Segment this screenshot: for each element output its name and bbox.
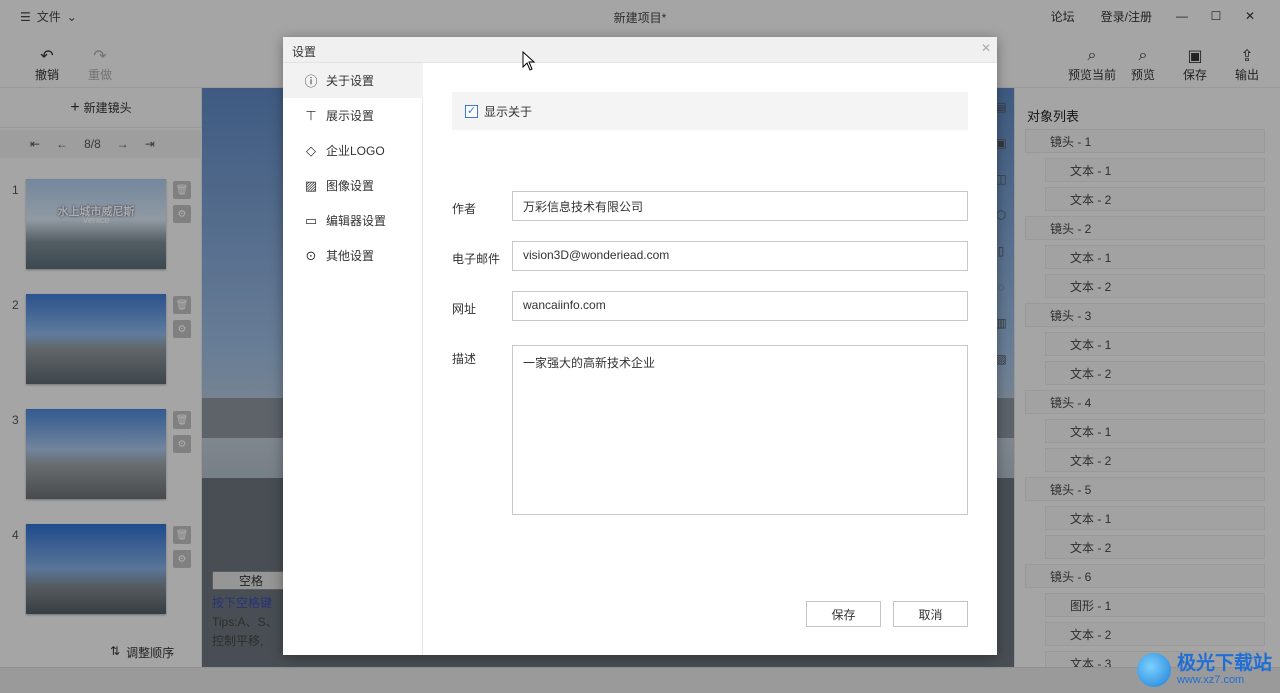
description-label: 描述 bbox=[452, 352, 477, 366]
nav-company-logo[interactable]: ◇ 企业LOGO bbox=[283, 133, 423, 168]
info-icon: ⓘ bbox=[304, 74, 318, 89]
nav-label: 其他设置 bbox=[326, 249, 375, 263]
settings-dialog: 设置 ✕ ⓘ 关于设置 ⊤ 展示设置 ◇ 企业LOGO ▨ 图像设置 ▭ 编辑器… bbox=[283, 37, 997, 655]
nav-other-settings[interactable]: ⊙ 其他设置 bbox=[283, 238, 423, 273]
nav-label: 图像设置 bbox=[326, 179, 375, 193]
watermark-name: 极光下载站 bbox=[1176, 653, 1272, 674]
nav-label: 展示设置 bbox=[326, 109, 375, 123]
dialog-title-bar: 设置 ✕ bbox=[283, 37, 997, 63]
show-about-row[interactable]: ✓ 显示关于 bbox=[452, 92, 968, 130]
description-textarea[interactable]: 一家强大的高新技术企业 bbox=[512, 345, 968, 515]
nav-about-settings[interactable]: ⓘ 关于设置 bbox=[283, 63, 423, 98]
nav-label: 编辑器设置 bbox=[326, 214, 387, 228]
nav-editor-settings[interactable]: ▭ 编辑器设置 bbox=[283, 203, 423, 238]
dialog-save-button[interactable]: 保存 bbox=[806, 601, 881, 627]
settings-content: ✓ 显示关于 作者 万彩信息技术有限公司 电子邮件 vision3D@wonde… bbox=[424, 63, 997, 655]
more-icon: ⊙ bbox=[305, 247, 317, 263]
watermark-url: www.xz7.com bbox=[1176, 674, 1245, 686]
show-about-label: 显示关于 bbox=[484, 104, 533, 119]
diamond-icon: ◇ bbox=[306, 142, 316, 158]
email-label: 电子邮件 bbox=[452, 252, 501, 266]
monitor-icon: ▭ bbox=[304, 212, 318, 228]
show-about-checkbox[interactable]: ✓ bbox=[465, 104, 478, 118]
settings-nav: ⓘ 关于设置 ⊤ 展示设置 ◇ 企业LOGO ▨ 图像设置 ▭ 编辑器设置 ⊙ … bbox=[283, 63, 423, 655]
image-icon: ▨ bbox=[304, 177, 318, 193]
url-label: 网址 bbox=[452, 302, 477, 316]
nav-label: 关于设置 bbox=[326, 74, 375, 88]
email-field[interactable]: vision3D@wonderiead.com bbox=[512, 241, 968, 271]
nav-label: 企业LOGO bbox=[326, 144, 385, 158]
author-field[interactable]: 万彩信息技术有限公司 bbox=[512, 191, 968, 221]
dialog-cancel-button[interactable]: 取消 bbox=[893, 601, 968, 627]
dialog-close-icon[interactable]: ✕ bbox=[981, 41, 991, 55]
watermark: 极光下载站 www.xz7.com bbox=[1136, 653, 1272, 687]
mouse-cursor-icon bbox=[522, 51, 536, 71]
url-field[interactable]: wancaiinfo.com bbox=[512, 291, 968, 321]
watermark-logo-icon bbox=[1136, 653, 1171, 687]
presentation-icon: ⊤ bbox=[305, 107, 317, 123]
author-label: 作者 bbox=[452, 202, 477, 216]
nav-image-settings[interactable]: ▨ 图像设置 bbox=[283, 168, 423, 203]
dialog-title: 设置 bbox=[292, 45, 317, 59]
nav-display-settings[interactable]: ⊤ 展示设置 bbox=[283, 98, 423, 133]
